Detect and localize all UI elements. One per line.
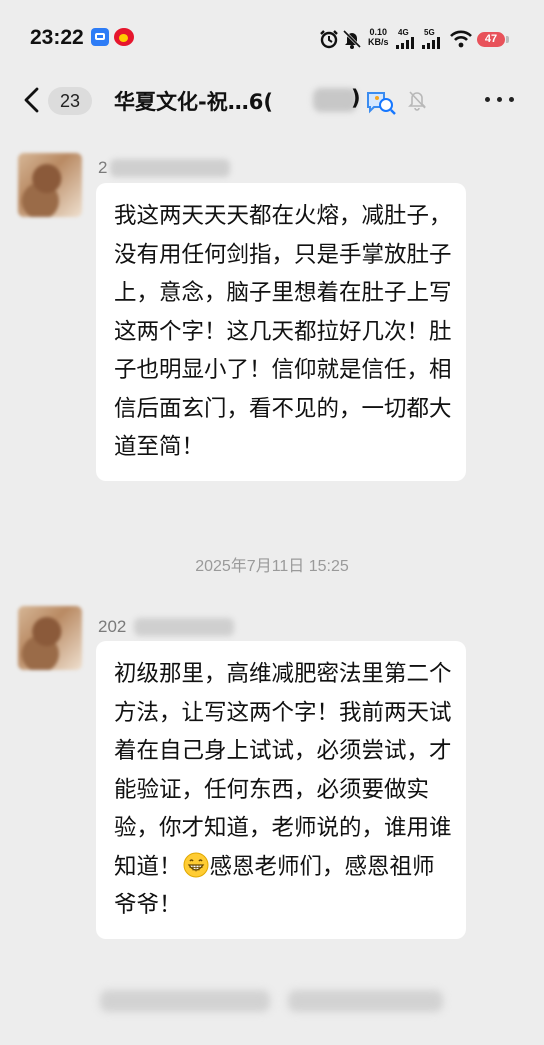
unread-count-badge[interactable]: 23: [48, 87, 92, 115]
group-chat-icon[interactable]: [364, 87, 398, 115]
weibo-app-icon: [114, 28, 134, 46]
signal-1-label: 4G: [398, 28, 409, 37]
signal-icon: [396, 37, 414, 49]
browser-app-icon: [91, 28, 109, 46]
message-timestamp: 2025年7月11日 15:25: [195, 558, 349, 575]
signal-icon: [422, 37, 440, 49]
alarm-icon: [320, 30, 338, 49]
chat-title-suffix: ): [351, 86, 361, 110]
net-speed-unit: KB/s: [368, 37, 389, 47]
status-bar: 23:22 0.10 KB/s 4G 5G 47: [0, 0, 544, 74]
grinning-face-icon: [183, 852, 209, 877]
chat-header: 23 华夏文化-祝…6( ): [0, 74, 544, 126]
sender-avatar[interactable]: [18, 153, 82, 217]
redacted-system-notice: [288, 990, 443, 1012]
chat-title[interactable]: 华夏文化-祝…6(: [114, 86, 273, 116]
signal-2-label: 5G: [424, 28, 435, 37]
redacted-sender-name: [110, 159, 230, 177]
message-bubble[interactable]: 我这两天天天都在火熔，减肚子，没有用任何剑指，只是手掌放肚子上，意念，脑子里想着…: [96, 183, 466, 481]
status-time: 23:22: [30, 26, 84, 49]
message-bubble[interactable]: 初级那里，高维减肥密法里第二个方法，让写这两个字！我前两天试着在自己身上试试，必…: [96, 641, 466, 939]
net-speed-value: 0.10: [369, 27, 388, 37]
network-speed: 0.10 KB/s: [368, 27, 389, 47]
wifi-icon: [450, 30, 472, 48]
battery-level: 47: [484, 33, 498, 45]
redacted-sender-name: [134, 618, 234, 636]
battery-icon: 47: [477, 32, 509, 47]
mute-bell-icon: [342, 29, 362, 49]
sender-name: 202: [98, 617, 127, 636]
redacted-system-notice: [100, 990, 270, 1012]
more-icon[interactable]: [485, 97, 515, 103]
sender-avatar[interactable]: [18, 606, 82, 670]
back-arrow-icon[interactable]: [20, 86, 46, 114]
message-text: 我这两天天天都在火熔，减肚子，没有用任何剑指，只是手掌放肚子上，意念，脑子里想着…: [114, 203, 452, 460]
message-text: 初级那里，高维减肥密法里第二个方法，让写这两个字！我前两天试着在自己身上试试，必…: [114, 661, 452, 880]
mute-icon[interactable]: [407, 89, 427, 111]
sender-name: 2: [98, 158, 108, 177]
